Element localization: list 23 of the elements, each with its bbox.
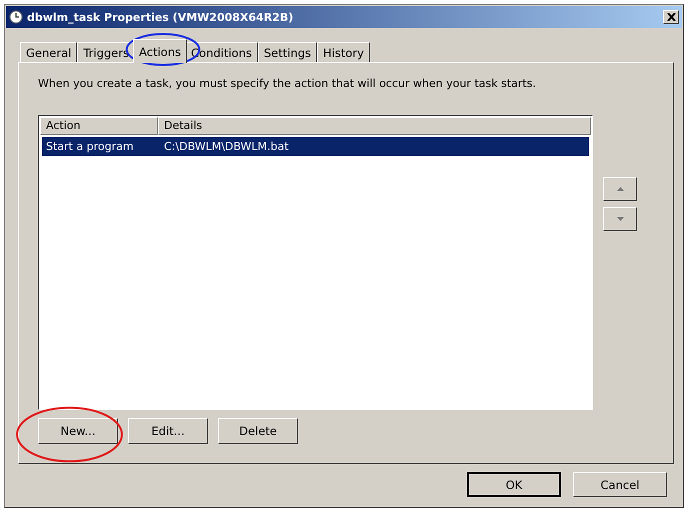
tab[interactable]: History xyxy=(317,42,370,63)
dialog-button[interactable]: Cancel xyxy=(573,472,667,497)
move-up-button[interactable] xyxy=(603,177,637,201)
close-button[interactable] xyxy=(663,10,679,24)
column-header[interactable]: Action xyxy=(40,117,158,135)
description-text: When you create a task, you must specify the action that will occur when your task starts. xyxy=(38,77,537,90)
tab[interactable]: General xyxy=(20,42,78,63)
action-button[interactable]: New... xyxy=(38,418,118,444)
window-title: dbwlm_task Properties (VMW2008X64R2B) xyxy=(27,10,294,24)
dialog-button[interactable]: OK xyxy=(467,472,561,497)
column-header[interactable]: Details xyxy=(158,117,591,135)
action-button[interactable]: Delete xyxy=(218,418,298,444)
clock-icon xyxy=(9,10,23,24)
move-down-button[interactable] xyxy=(603,207,637,231)
up-triangle-icon xyxy=(616,187,624,191)
action-button[interactable]: Edit... xyxy=(128,418,208,444)
close-icon xyxy=(666,13,676,21)
down-triangle-icon xyxy=(616,217,624,221)
tab[interactable]: Actions xyxy=(132,39,187,63)
list-row[interactable]: Start a program C:\DBWLM\DBWLM.bat xyxy=(42,137,589,156)
list-cell-text: C:\DBWLM\DBWLM.bat xyxy=(163,140,290,153)
tab[interactable]: Settings xyxy=(258,42,318,63)
list-cell-text: Start a program xyxy=(45,140,135,153)
